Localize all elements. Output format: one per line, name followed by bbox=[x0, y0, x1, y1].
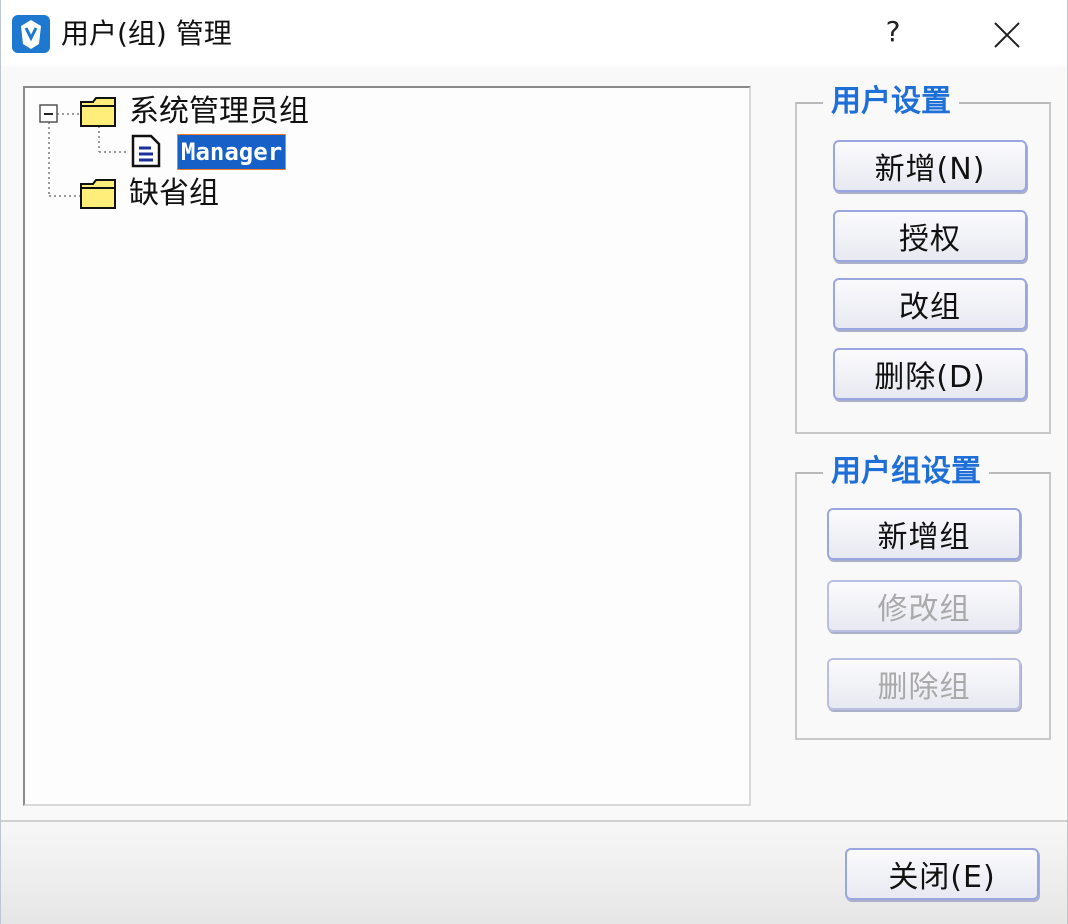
window-title: 用户(组) 管理 bbox=[61, 17, 232, 50]
delete-user-button[interactable]: 删除(D) bbox=[833, 348, 1027, 400]
user-tree-panel[interactable]: 系统管理员组 Manager 缺省组 bbox=[23, 86, 751, 806]
delete-group-button[interactable]: 删除组 bbox=[827, 658, 1021, 710]
change-group-button[interactable]: 改组 bbox=[833, 278, 1027, 330]
add-user-button[interactable]: 新增(N) bbox=[833, 140, 1027, 192]
collapse-toggle-icon[interactable] bbox=[39, 104, 59, 124]
help-button[interactable]: ? bbox=[871, 10, 915, 54]
edit-group-button[interactable]: 修改组 bbox=[827, 580, 1021, 632]
title-bar: 用户(组) 管理 ? bbox=[1, 0, 1067, 66]
close-icon bbox=[994, 22, 1020, 48]
close-dialog-button[interactable]: 关闭(E) bbox=[845, 848, 1039, 900]
tree-group-default[interactable]: 缺省组 bbox=[129, 176, 219, 212]
tree-group-system-admin[interactable]: 系统管理员组 bbox=[129, 94, 309, 130]
close-window-button[interactable] bbox=[981, 10, 1031, 60]
user-group-management-dialog: 用户(组) 管理 ? 系统管理员组 Manager 缺省组 用户设置 新增(N)… bbox=[0, 0, 1068, 924]
tree-user-manager[interactable]: Manager bbox=[177, 134, 287, 170]
dialog-footer: 关闭(E) bbox=[1, 822, 1067, 924]
document-icon bbox=[131, 134, 161, 168]
group-settings-legend: 用户组设置 bbox=[823, 454, 989, 490]
folder-icon bbox=[80, 97, 116, 127]
folder-icon bbox=[80, 179, 116, 209]
authorize-button[interactable]: 授权 bbox=[833, 210, 1027, 262]
user-settings-legend: 用户设置 bbox=[823, 84, 959, 120]
add-group-button[interactable]: 新增组 bbox=[827, 508, 1021, 560]
app-icon bbox=[12, 15, 50, 53]
